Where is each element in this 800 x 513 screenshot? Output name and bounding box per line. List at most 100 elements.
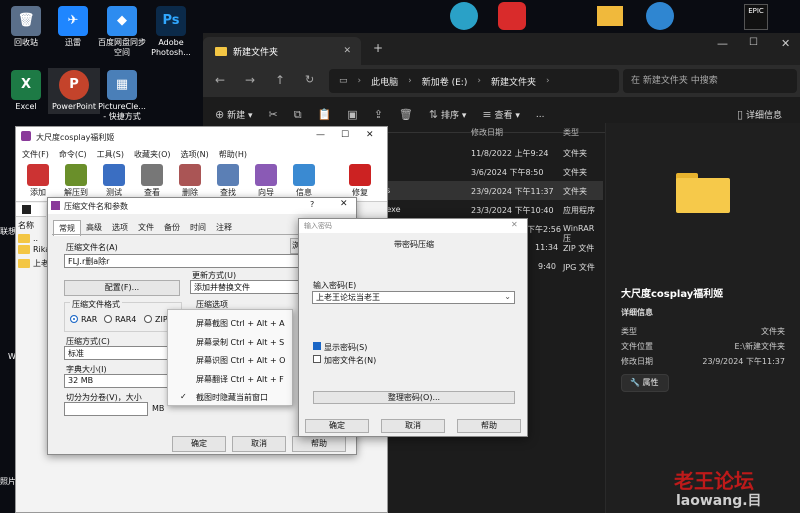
radio-zip-label: ZIP: [155, 315, 168, 324]
menu-item-screenshot[interactable]: 屏幕截图 Ctrl + Alt + A: [196, 318, 285, 329]
tool-label: 信息: [296, 188, 312, 197]
new-button[interactable]: ⊕ 新建 ▾: [215, 108, 253, 121]
up-folder-icon[interactable]: [22, 205, 31, 214]
help-button[interactable]: 帮助: [292, 436, 346, 452]
list-header-name[interactable]: 名称: [18, 220, 34, 231]
desktop-icon-label: 回收站: [14, 38, 38, 47]
menu-tools[interactable]: 工具(S): [97, 149, 124, 160]
list-item[interactable]: ..: [18, 234, 38, 243]
row-type: JPG 文件: [563, 263, 595, 272]
column-type[interactable]: 类型: [563, 127, 579, 138]
desktop-icon-recycle-bin[interactable]: 🗑 回收站: [0, 6, 52, 48]
tool-info[interactable]: 信息: [288, 162, 320, 201]
help-question-button[interactable]: ?: [310, 200, 314, 209]
tool-find[interactable]: 查找: [212, 162, 244, 201]
radio-zip[interactable]: [144, 315, 152, 323]
details-value: 文件夹: [761, 327, 785, 336]
encrypt-names-checkbox[interactable]: [313, 355, 321, 363]
organize-passwords-button[interactable]: 整理密码(O)...: [313, 391, 515, 404]
breadcrumb-item[interactable]: 新加卷 (E:): [422, 75, 468, 88]
menu-command[interactable]: 命令(C): [59, 149, 87, 160]
close-window-icon[interactable]: ✕: [781, 37, 790, 50]
cancel-button[interactable]: 取消: [232, 436, 286, 452]
tool-test[interactable]: 测试: [98, 162, 130, 201]
back-icon[interactable]: ←: [215, 73, 225, 87]
app-icon[interactable]: [646, 2, 674, 30]
method-select[interactable]: 标准: [64, 346, 180, 360]
epic-games-icon[interactable]: EPIC: [744, 4, 768, 30]
close-dialog-icon[interactable]: ✕: [340, 199, 348, 209]
split-volume-input[interactable]: [64, 402, 148, 416]
properties-button[interactable]: 🔧 属性: [621, 374, 669, 392]
profiles-button[interactable]: 配置(F)...: [64, 280, 180, 296]
column-date[interactable]: 修改日期: [471, 127, 503, 138]
desktop-icon-powerpoint[interactable]: P PowerPoint: [48, 68, 100, 114]
tool-extract[interactable]: 解压到: [60, 162, 92, 201]
ok-button[interactable]: 确定: [172, 436, 226, 452]
tool-repair[interactable]: 修复: [344, 162, 376, 201]
paste-icon[interactable]: 📋: [318, 108, 332, 121]
chevron-down-icon[interactable]: ⌄: [504, 292, 511, 301]
close-dialog-icon[interactable]: ✕: [511, 220, 518, 229]
update-mode-select[interactable]: 添加并替换文件: [190, 280, 300, 294]
maximize-icon[interactable]: ☐: [341, 130, 349, 140]
recycle-bin-icon: 🗑: [11, 6, 41, 36]
desktop-icon-xunlei[interactable]: ✈ 迅雷: [47, 6, 99, 48]
ok-button[interactable]: 确定: [305, 419, 369, 433]
menu-file[interactable]: 文件(F): [22, 149, 49, 160]
minimize-icon[interactable]: —: [717, 37, 728, 50]
explorer-tab[interactable]: 新建文件夹 ✕: [203, 37, 361, 65]
rename-icon[interactable]: ▣: [347, 108, 357, 121]
folder-icon: [215, 46, 227, 56]
menu-item-translate[interactable]: 屏幕翻译 Ctrl + Alt + F: [196, 374, 284, 385]
winrar-title: 大尺度cosplay福利姬: [36, 132, 115, 142]
menu-item-record[interactable]: 屏幕录制 Ctrl + Alt + S: [196, 337, 284, 348]
breadcrumb-item[interactable]: 新建文件夹: [491, 75, 536, 88]
archive-name-input[interactable]: FLJ.r删a除r: [64, 254, 300, 268]
tool-view[interactable]: 查看: [136, 162, 168, 201]
show-password-checkbox[interactable]: [313, 342, 321, 350]
cancel-button[interactable]: 取消: [381, 419, 445, 433]
share-icon[interactable]: ⇪: [374, 108, 383, 121]
copy-icon[interactable]: ⧉: [294, 108, 302, 122]
view-button[interactable]: ≡ 查看 ▾: [482, 108, 520, 121]
sort-button[interactable]: ⇅ 排序 ▾: [429, 108, 467, 121]
close-window-icon[interactable]: ✕: [366, 130, 374, 140]
menu-help[interactable]: 帮助(H): [219, 149, 247, 160]
password-input[interactable]: 上老王论坛当老王 ⌄: [312, 291, 515, 304]
breadcrumb-item[interactable]: 此电脑: [371, 75, 398, 88]
menu-favorites[interactable]: 收藏夹(O): [134, 149, 171, 160]
app-icon[interactable]: [498, 2, 526, 30]
radio-rar[interactable]: [70, 315, 78, 323]
new-tab-icon[interactable]: +: [373, 41, 383, 55]
details-value: E:\新建文件夹: [734, 342, 785, 351]
details-button[interactable]: ▯ 详细信息: [737, 108, 782, 121]
radio-rar4[interactable]: [104, 315, 112, 323]
menu-options[interactable]: 选项(N): [181, 149, 209, 160]
forward-icon[interactable]: →: [245, 73, 255, 87]
minimize-icon[interactable]: —: [316, 130, 325, 140]
cut-icon[interactable]: ✂: [269, 108, 278, 121]
desktop-icon-excel[interactable]: X Excel: [0, 70, 52, 112]
edge-icon[interactable]: [450, 2, 478, 30]
delete-icon[interactable]: 🗑: [399, 108, 413, 121]
menu-item-hide-window[interactable]: 截图时隐藏当前窗口: [196, 392, 268, 403]
desktop-icon-picturecleaner[interactable]: ▦ PictureCle... - 快捷方式: [96, 70, 148, 122]
search-input[interactable]: 在 新建文件夹 中搜索: [623, 69, 797, 93]
tool-add[interactable]: 添加: [22, 162, 54, 201]
breadcrumb[interactable]: ▭ › 此电脑 › 新加卷 (E:) › 新建文件夹 ›: [329, 69, 619, 93]
refresh-icon[interactable]: ↻: [305, 73, 314, 86]
help-button[interactable]: 帮助: [457, 419, 521, 433]
winrar-path-row: [16, 203, 46, 217]
up-icon[interactable]: ↑: [275, 73, 285, 87]
desktop-icon-photoshop[interactable]: Ps Adobe Photosh...: [145, 6, 197, 58]
menu-item-ocr[interactable]: 屏幕识图 Ctrl + Alt + O: [196, 355, 285, 366]
tool-wizard[interactable]: 向导: [250, 162, 282, 201]
tool-delete[interactable]: 删除: [174, 162, 206, 201]
folder-icon[interactable]: [597, 6, 623, 26]
maximize-icon[interactable]: ☐: [749, 37, 758, 48]
more-button[interactable]: ...: [536, 110, 545, 120]
desktop-icon-baidu[interactable]: ◆ 百度网盘同步空间: [96, 6, 148, 58]
dictionary-select[interactable]: 32 MB: [64, 374, 180, 388]
close-tab-icon[interactable]: ✕: [343, 46, 351, 56]
